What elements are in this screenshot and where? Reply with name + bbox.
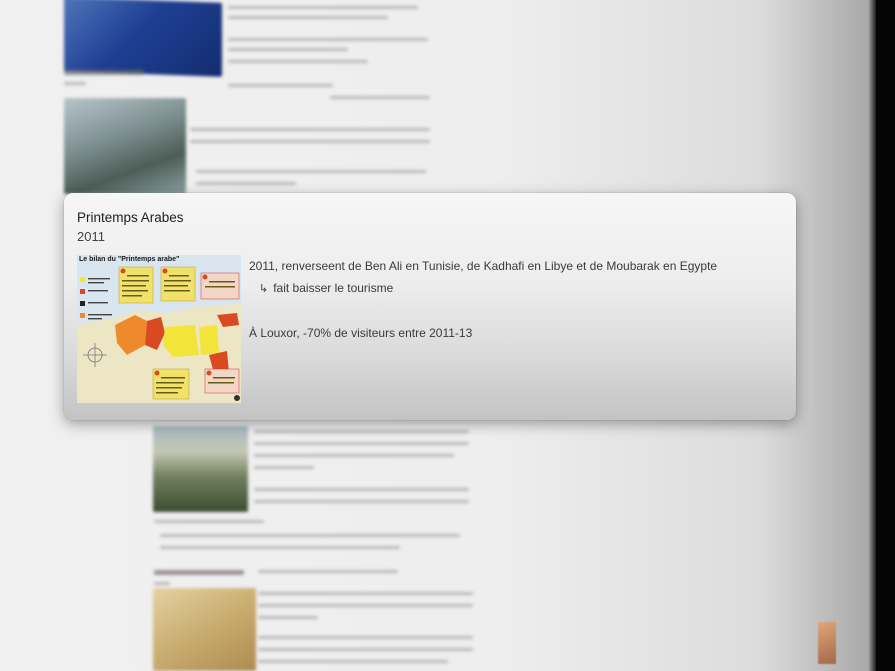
- blurred-notes-page: Printemps Arabes 2011 Le bilan du "Print…: [0, 0, 895, 671]
- bg-text-line: [258, 592, 473, 595]
- sub-arrow-icon: ↳: [259, 283, 269, 295]
- note-line-2-text: fait baisser le tourisme: [273, 281, 394, 295]
- bg-text-line: [254, 488, 469, 491]
- bg-text-line: [254, 430, 469, 433]
- note-card[interactable]: Printemps Arabes 2011 Le bilan du "Print…: [64, 193, 796, 420]
- bg-text-line: [160, 546, 400, 549]
- arab-spring-map-thumbnail[interactable]: Le bilan du "Printemps arabe": [77, 255, 241, 403]
- bg-text-line: [196, 170, 426, 173]
- bg-text-line: [154, 520, 264, 523]
- bg-text-line: [228, 6, 418, 9]
- bg-text-line: [258, 636, 473, 639]
- bg-text-line: [160, 534, 460, 537]
- bg-text-line: [64, 82, 86, 85]
- bg-text-line: [196, 182, 296, 185]
- bg-image-street: [64, 98, 186, 194]
- map-image: [77, 266, 241, 403]
- bg-text-line: [190, 140, 430, 143]
- bg-text-line: [228, 38, 428, 41]
- bg-text-line: [254, 442, 469, 445]
- bg-text-line: [228, 16, 388, 19]
- bg-text-line: [258, 660, 448, 663]
- bg-text-line: [190, 128, 430, 131]
- bg-text-line: [154, 582, 170, 585]
- card-year: 2011: [77, 229, 105, 244]
- bg-text-line: [258, 616, 318, 619]
- bg-text-line: [330, 96, 430, 99]
- window-edge: [876, 0, 895, 671]
- note-line-3: À Louxor, -70% de visiteurs entre 2011-1…: [249, 326, 473, 340]
- bg-text-line: [258, 604, 473, 607]
- bg-text-line: [228, 48, 348, 51]
- bg-image-town: [153, 426, 248, 512]
- note-line-2: ↳ fait baisser le tourisme: [259, 281, 393, 295]
- bg-text-line: [254, 466, 314, 469]
- note-line-1: 2011, renverseent de Ben Ali en Tunisie,…: [249, 259, 718, 273]
- bg-heading: [154, 570, 244, 575]
- corner-thumbnail[interactable]: [818, 622, 836, 664]
- bg-text-line: [228, 60, 368, 63]
- bg-text-line: [228, 84, 333, 87]
- bg-image-blue: [64, 0, 222, 77]
- bg-text-line: [258, 570, 398, 573]
- bg-text-line: [254, 454, 454, 457]
- bg-text-line: [258, 648, 473, 651]
- card-title: Printemps Arabes: [77, 210, 184, 225]
- bg-image-map: [153, 588, 256, 671]
- bg-heading: [64, 70, 144, 75]
- bg-text-line: [254, 500, 469, 503]
